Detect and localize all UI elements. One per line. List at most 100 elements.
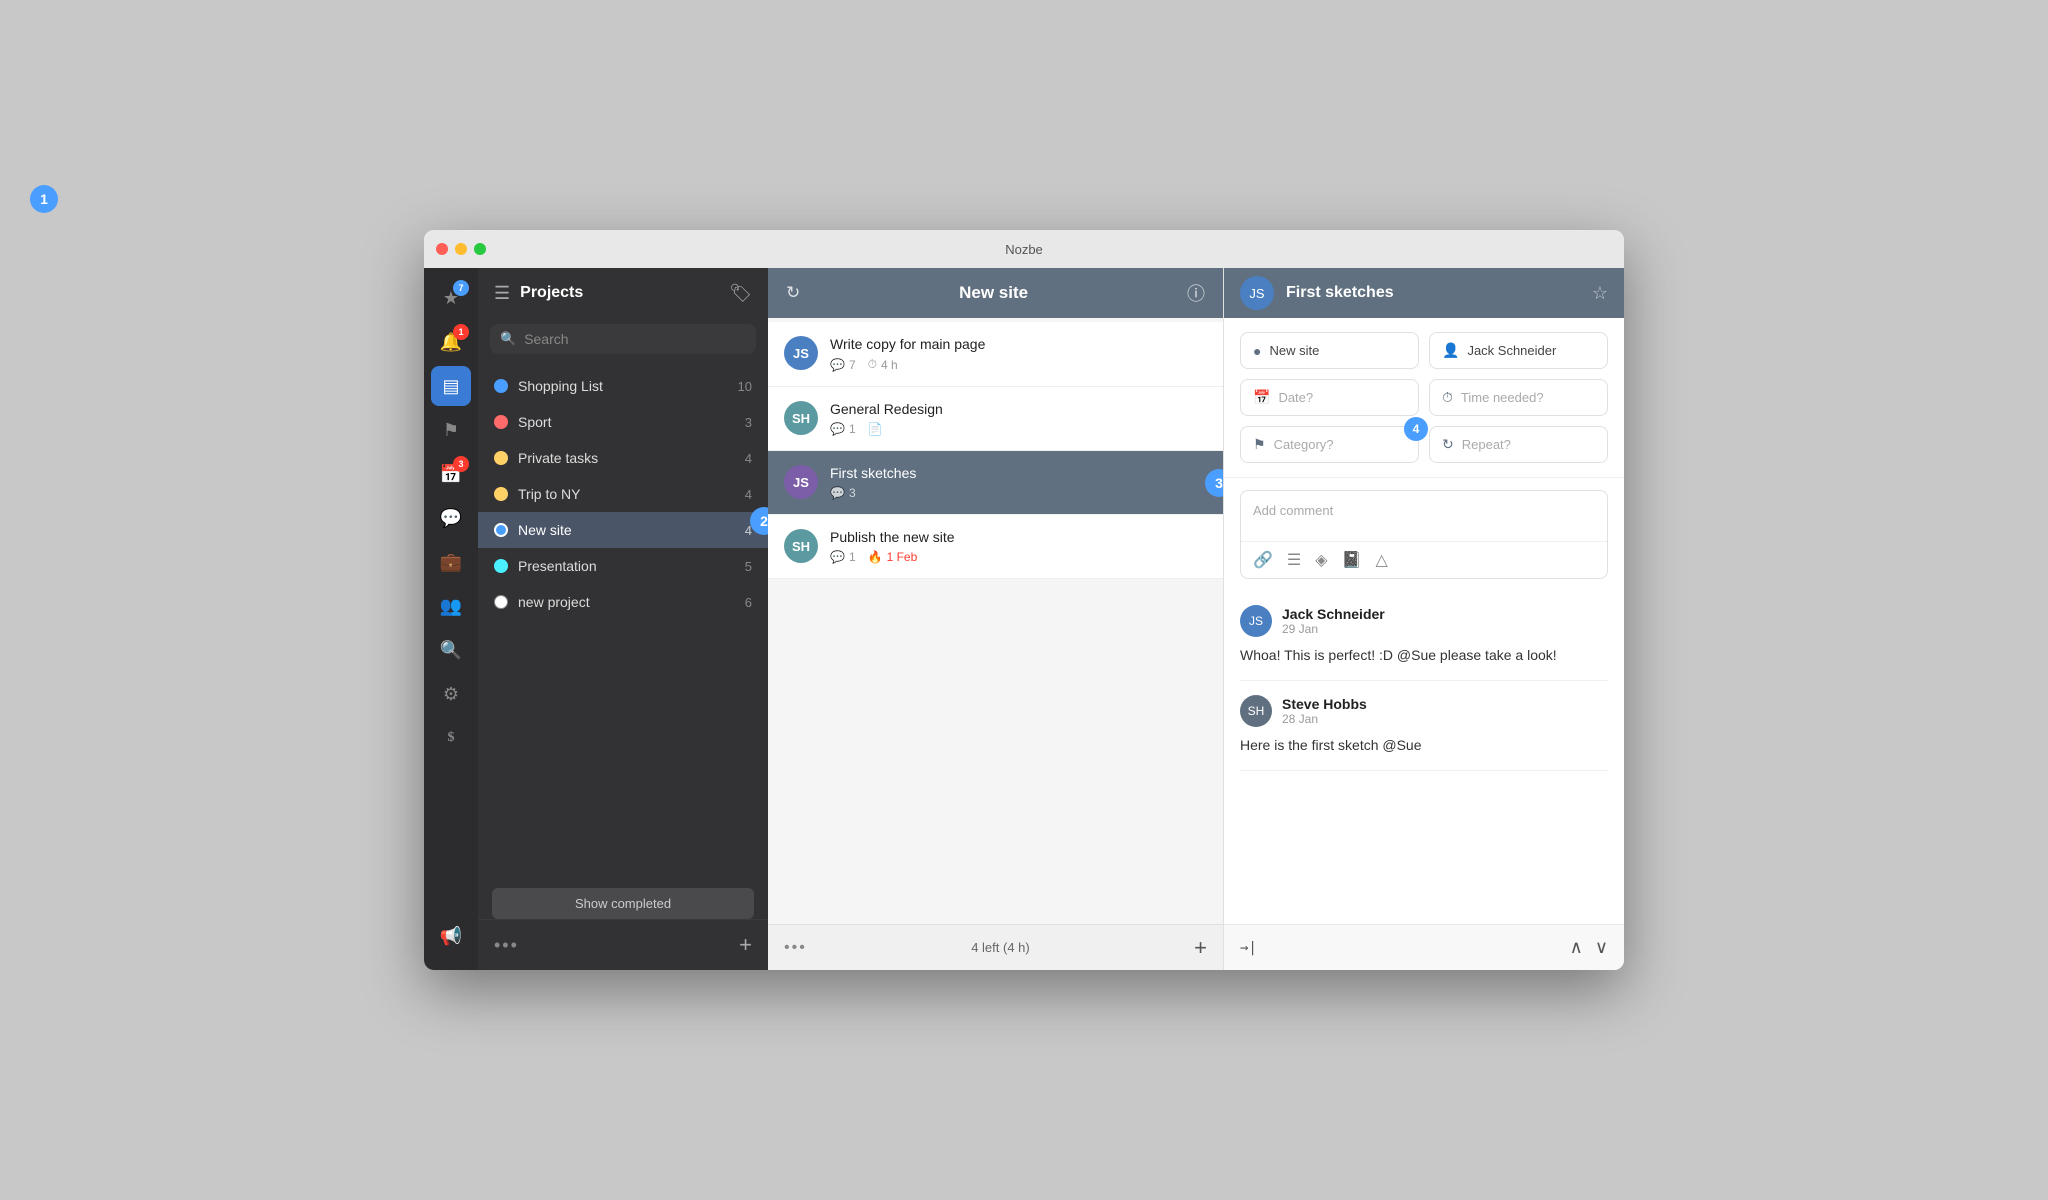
task-title: Write copy for main page [830, 336, 1207, 352]
evernote-icon[interactable]: 📓 [1342, 550, 1362, 570]
maximize-button[interactable] [474, 243, 486, 255]
sidebar-item-projects[interactable]: ▤ [431, 366, 471, 406]
info-icon[interactable]: ⓘ [1187, 280, 1205, 306]
dropbox-icon[interactable]: ◈ [1315, 550, 1327, 570]
tag-icon[interactable]: 🏷 [729, 283, 752, 304]
comment-header: JS Jack Schneider 29 Jan [1240, 605, 1608, 637]
task-time: ⏱ 4 h [868, 357, 898, 372]
avatar: JS [784, 336, 818, 370]
money-icon: $ [448, 730, 455, 746]
close-button[interactable] [436, 243, 448, 255]
sidebar-item-megaphone[interactable]: 📢 [431, 916, 471, 956]
comment-author: Jack Schneider [1282, 606, 1385, 622]
detail-footer: →| ∧ ∨ [1224, 924, 1624, 970]
sidebar-item-flag[interactable]: ⚑ [431, 410, 471, 450]
add-project-button[interactable]: + [739, 932, 752, 958]
next-task-button[interactable]: ∨ [1595, 937, 1608, 958]
project-item-private[interactable]: Private tasks 4 [478, 440, 768, 476]
avatar: JS [784, 465, 818, 499]
sidebar-item-team[interactable]: 👥 [431, 586, 471, 626]
prev-task-button[interactable]: ∧ [1570, 937, 1583, 958]
hamburger-icon[interactable]: ☰ [494, 283, 510, 304]
task-item[interactable]: SH Publish the new site 💬 1 🔥 1 Feb [768, 515, 1223, 579]
assignee-field-value: Jack Schneider [1467, 343, 1556, 358]
sidebar-item-priority[interactable]: ★ 7 [431, 278, 471, 318]
sidebar-item-notifications[interactable]: 🔔 1 [431, 322, 471, 362]
project-count: 5 [745, 559, 752, 574]
detail-avatar: JS [1240, 276, 1274, 310]
sidebar-item-search[interactable]: 🔍 [431, 630, 471, 670]
project-dot [494, 451, 508, 465]
projects-footer: ••• + [478, 919, 768, 970]
refresh-icon[interactable]: ↻ [786, 283, 800, 303]
footer-dots[interactable]: ••• [494, 935, 519, 956]
task-item-active[interactable]: JS First sketches 💬 3 3 [768, 451, 1223, 515]
task-meta: 💬 1 🔥 1 Feb [830, 550, 1207, 564]
project-item-sport[interactable]: Sport 3 [478, 404, 768, 440]
assignee-field[interactable]: 👤 Jack Schneider [1429, 332, 1608, 369]
search-box[interactable]: 🔍 [490, 324, 756, 354]
sidebar-item-calendar[interactable]: 📅 3 [431, 454, 471, 494]
detail-body: ● New site 👤 Jack Schneider 📅 Date? ⏱ Ti… [1224, 318, 1624, 924]
calendar-field-icon: 📅 [1253, 389, 1270, 406]
comment-input-placeholder[interactable]: Add comment [1241, 491, 1607, 541]
detail-fields: ● New site 👤 Jack Schneider 📅 Date? ⏱ Ti… [1224, 318, 1624, 478]
app-window: Nozbe ★ 7 🔔 1 ▤ ⚑ 📅 [424, 230, 1624, 970]
comment-text: Here is the first sketch @Sue [1240, 735, 1608, 756]
sidebar-item-bag[interactable]: 💼 [431, 542, 471, 582]
sidebar-item-money[interactable]: $ [431, 718, 471, 758]
project-item-newproject[interactable]: new project 6 [478, 584, 768, 620]
show-completed-button[interactable]: Show completed [492, 888, 754, 919]
project-count: 4 [745, 487, 752, 502]
task-item[interactable]: SH General Redesign 💬 1 📄 [768, 387, 1223, 451]
task-content: Publish the new site 💬 1 🔥 1 Feb [830, 529, 1207, 564]
sidebar-item-chat[interactable]: 💬 [431, 498, 471, 538]
clock-icon: ⏱ [1442, 389, 1453, 406]
attachment-icon[interactable]: 🔗 [1253, 550, 1273, 570]
task-comments: 💬 1 [830, 550, 856, 564]
search-input[interactable] [524, 331, 746, 347]
settings-icon: ⚙ [443, 684, 459, 705]
task-content: General Redesign 💬 1 📄 [830, 401, 1207, 436]
megaphone-icon: 📢 [440, 926, 462, 947]
detail-panel: JS First sketches ☆ ● New site 👤 Jack Sc… [1224, 268, 1624, 970]
forward-icon[interactable]: →| [1240, 940, 1562, 956]
task-comments: 💬 3 [830, 486, 856, 500]
tasks-footer-dots[interactable]: ••• [784, 939, 807, 957]
project-name: Private tasks [518, 450, 735, 466]
task-meta: 💬 1 📄 [830, 422, 1207, 436]
tasks-footer: ••• 4 left (4 h) + [768, 924, 1223, 970]
time-field[interactable]: ⏱ Time needed? [1429, 379, 1608, 416]
star-button[interactable]: ☆ [1592, 283, 1608, 304]
list-icon[interactable]: ☰ [1287, 550, 1301, 570]
task-item[interactable]: JS Write copy for main page 💬 7 ⏱ 4 h [768, 322, 1223, 387]
comment-item: JS Jack Schneider 29 Jan Whoa! This is p… [1240, 591, 1608, 681]
project-field[interactable]: ● New site [1240, 332, 1419, 369]
task-meta: 💬 3 [830, 486, 1207, 500]
project-item-presentation[interactable]: Presentation 5 [478, 548, 768, 584]
category-placeholder: Category? [1274, 437, 1334, 452]
project-name: Trip to NY [518, 486, 735, 502]
app-title: Nozbe [1005, 242, 1043, 257]
comment-text: Whoa! This is perfect! :D @Sue please ta… [1240, 645, 1608, 666]
tutorial-badge-4: 4 [1404, 417, 1428, 441]
project-item-shopping[interactable]: Shopping List 10 [478, 368, 768, 404]
drive-icon[interactable]: △ [1376, 550, 1388, 570]
detail-task-title: First sketches [1286, 284, 1580, 302]
repeat-placeholder: Repeat? [1462, 437, 1511, 452]
search-icon: 🔍 [440, 640, 462, 661]
sidebar-item-settings[interactable]: ⚙ [431, 674, 471, 714]
titlebar: Nozbe [424, 230, 1624, 268]
person-icon: 👤 [1442, 342, 1459, 359]
minimize-button[interactable] [455, 243, 467, 255]
add-task-button[interactable]: + [1194, 935, 1207, 961]
project-item-trip[interactable]: Trip to NY 4 [478, 476, 768, 512]
project-item-newsite[interactable]: New site 4 2 [478, 512, 768, 548]
project-icon: ● [1253, 343, 1261, 359]
comment-author: Steve Hobbs [1282, 696, 1367, 712]
date-field[interactable]: 📅 Date? [1240, 379, 1419, 416]
comment-area[interactable]: Add comment 🔗 ☰ ◈ 📓 △ [1240, 490, 1608, 579]
icon-sidebar-bottom: 📢 [431, 916, 471, 970]
category-field[interactable]: ⚑ Category? 4 [1240, 426, 1419, 463]
repeat-field[interactable]: ↻ Repeat? [1429, 426, 1608, 463]
